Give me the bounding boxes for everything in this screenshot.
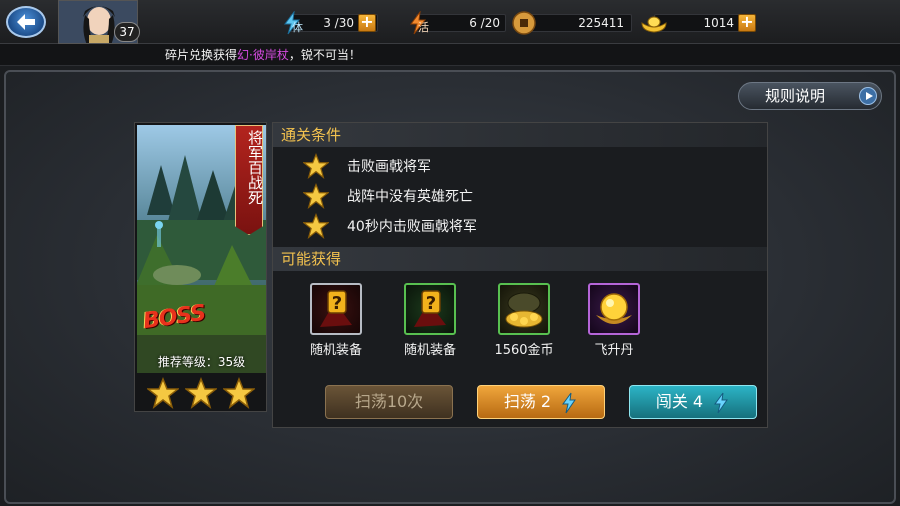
- player-level-badge: 37: [114, 22, 140, 42]
- spirit-label: 活: [418, 21, 429, 34]
- add-stamina-button[interactable]: +: [358, 14, 376, 32]
- gold-coins-icon: [505, 292, 543, 328]
- sweep-10-button[interactable]: 扫荡10次: [325, 385, 453, 419]
- back-arrow-icon: [17, 14, 35, 30]
- reward-label: 1560金币: [494, 343, 554, 358]
- stamina-label: 体: [292, 21, 303, 34]
- add-ingots-button[interactable]: +: [738, 14, 756, 32]
- coins-resource: 225411: [512, 11, 632, 35]
- stage-info: 通关条件 击败画戟将军 战阵中没有英雄死亡 40秒内击败画戟将军 可能获得 ? …: [272, 122, 768, 428]
- spirit-value: 6 /20: [469, 16, 500, 30]
- ticker-suffix: ，锐不可当！: [288, 48, 361, 62]
- stage-name: 将军百战死: [246, 130, 264, 205]
- condition-text: 40秒内击败画戟将军: [347, 219, 477, 235]
- stage-scene: 将军百战死 BOSS 推荐等级：35级: [137, 125, 266, 373]
- rules-button[interactable]: 规则说明: [738, 82, 882, 110]
- condition-text: 战阵中没有英雄死亡: [347, 189, 473, 205]
- recommended-level: 推荐等级：35级: [157, 355, 246, 369]
- condition-text: 击败画戟将军: [347, 159, 431, 175]
- stamina-lightning-icon: [714, 392, 729, 413]
- reward-item[interactable]: 1560金币: [489, 283, 559, 358]
- star-icon: [184, 377, 217, 409]
- reward-item[interactable]: ? 随机装备: [395, 283, 465, 358]
- conditions-title: 通关条件: [273, 123, 767, 147]
- svg-text:?: ?: [332, 293, 342, 314]
- random-equipment-icon: ?: [414, 290, 446, 327]
- top-bar: 37 体 3 /30 + 活 6 /20 225411 1014 +: [0, 0, 900, 44]
- copper-coin-icon: [512, 11, 536, 35]
- stage-stars: [135, 375, 266, 411]
- stage-name-ribbon: 将军百战死: [235, 125, 263, 235]
- stamina-value: 3 /30: [323, 16, 354, 30]
- rewards-list: ? 随机装备 ? 随机装备 1560金币 飞升丹: [273, 277, 767, 369]
- stage-card[interactable]: 将军百战死 BOSS 推荐等级：35级: [134, 122, 267, 412]
- ticker-prefix: 碎片兑换获得: [165, 48, 238, 62]
- sweep-button[interactable]: 扫荡 2: [477, 385, 605, 419]
- star-icon: [146, 377, 179, 409]
- back-button[interactable]: [6, 6, 46, 38]
- rules-button-label: 规则说明: [765, 87, 826, 105]
- star-icon: [303, 213, 329, 239]
- ascension-pill-icon: [596, 293, 632, 324]
- star-icon: [222, 377, 255, 409]
- stamina-resource: 体 3 /30 +: [280, 11, 400, 35]
- rewards-title: 可能获得: [273, 247, 767, 271]
- star-icon: [303, 183, 329, 209]
- ingots-resource: 1014 +: [640, 11, 760, 35]
- reward-item[interactable]: ? 随机装备: [301, 283, 371, 358]
- reward-label: 随机装备: [309, 343, 362, 358]
- gold-ingot-icon: [641, 16, 667, 33]
- ticker-item-name: 幻·彼岸杖: [237, 48, 289, 62]
- condition-item: 战阵中没有英雄死亡: [303, 183, 473, 209]
- star-icon: [303, 153, 329, 179]
- sweep-10-label: 扫荡10次: [354, 392, 424, 411]
- ingots-value: 1014: [703, 16, 734, 30]
- reward-item[interactable]: 飞升丹: [579, 283, 649, 358]
- challenge-label: 闯关 4: [655, 392, 704, 411]
- random-equipment-icon: ?: [320, 290, 352, 327]
- announcement-ticker: 碎片兑换获得幻·彼岸杖，锐不可当！: [0, 44, 900, 66]
- play-arrow-icon: [859, 87, 877, 105]
- spirit-resource: 活 6 /20: [406, 11, 506, 35]
- stamina-lightning-icon: [562, 392, 577, 413]
- condition-item: 击败画戟将军: [303, 153, 431, 179]
- reward-label: 随机装备: [403, 343, 456, 358]
- svg-text:?: ?: [426, 293, 436, 314]
- coins-value: 225411: [578, 16, 624, 30]
- condition-item: 40秒内击败画戟将军: [303, 213, 477, 239]
- reward-label: 飞升丹: [594, 343, 634, 358]
- sweep-label: 扫荡 2: [503, 392, 552, 411]
- challenge-button[interactable]: 闯关 4: [629, 385, 757, 419]
